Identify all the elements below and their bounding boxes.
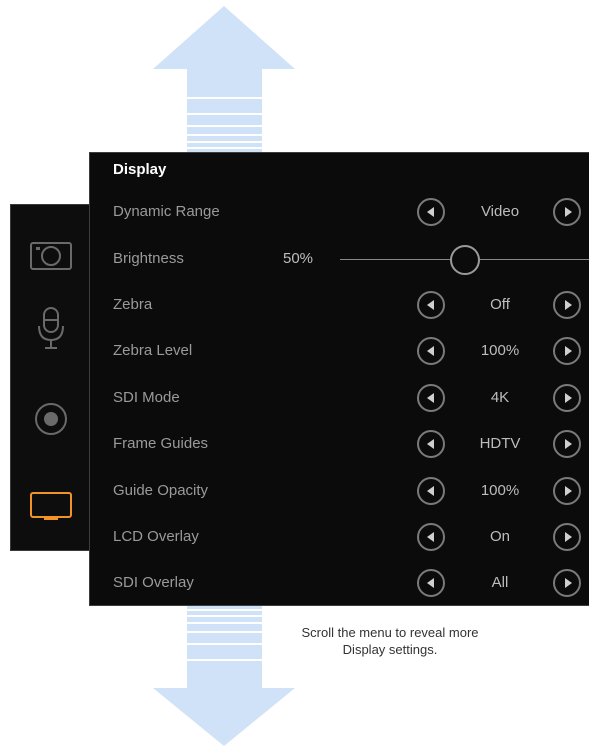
next-button[interactable] (553, 569, 581, 597)
setting-value: Video (480, 203, 520, 220)
left-arrow-icon (426, 532, 434, 542)
setting-row-sdi-mode: SDI Mode 4K (90, 379, 589, 419)
setting-value: HDTV (479, 435, 521, 452)
right-arrow-icon (564, 300, 572, 310)
setting-label: Brightness (113, 250, 184, 267)
scroll-up-arrow (153, 6, 295, 152)
display-tab[interactable] (11, 480, 91, 530)
left-arrow-icon (426, 207, 434, 217)
setting-label: Frame Guides (113, 435, 209, 452)
record-tab[interactable] (11, 394, 91, 444)
setting-row-zebra: Zebra Off (90, 286, 589, 326)
right-arrow-icon (564, 532, 572, 542)
previous-button[interactable] (417, 198, 445, 226)
previous-button[interactable] (417, 477, 445, 505)
setting-row-zebra-level: Zebra Level 100% (90, 332, 589, 372)
next-button[interactable] (553, 291, 581, 319)
right-arrow-icon (564, 207, 572, 217)
next-button[interactable] (553, 523, 581, 551)
setting-row-guide-opacity: Guide Opacity 100% (90, 472, 589, 512)
setting-value: All (491, 574, 509, 591)
setting-label: SDI Overlay (113, 574, 194, 591)
setting-value: 100% (480, 482, 520, 499)
right-arrow-icon (564, 578, 572, 588)
right-arrow-icon (564, 346, 572, 356)
setting-label: Guide Opacity (113, 482, 209, 499)
previous-button[interactable] (417, 291, 445, 319)
next-button[interactable] (553, 198, 581, 226)
right-arrow-icon (564, 439, 572, 449)
camera-icon (30, 242, 72, 270)
left-arrow-icon (426, 300, 434, 310)
record-icon (35, 403, 67, 435)
previous-button[interactable] (417, 430, 445, 458)
microphone-icon (38, 307, 64, 349)
next-button[interactable] (553, 430, 581, 458)
setting-row-lcd-overlay: LCD Overlay On (90, 518, 589, 558)
left-arrow-icon (426, 578, 434, 588)
camera-tab[interactable] (11, 230, 91, 280)
left-arrow-icon (426, 393, 434, 403)
setting-label: Zebra (113, 296, 153, 313)
next-button[interactable] (553, 477, 581, 505)
setting-row-brightness: Brightness 50% (90, 240, 589, 280)
menu-title: Display (113, 161, 167, 178)
menu-sidebar (10, 204, 90, 551)
setting-label: SDI Mode (113, 389, 180, 406)
previous-button[interactable] (417, 523, 445, 551)
scroll-down-arrow (153, 606, 295, 746)
setting-label: LCD Overlay (113, 528, 199, 545)
setting-value: Off (490, 296, 510, 313)
left-arrow-icon (426, 439, 434, 449)
setting-value: 4K (490, 389, 510, 406)
setting-label: Dynamic Range (113, 203, 220, 220)
brightness-slider-knob[interactable] (450, 245, 480, 275)
next-button[interactable] (553, 384, 581, 412)
audio-tab[interactable] (11, 304, 91, 354)
brightness-value: 50% (283, 250, 314, 267)
setting-row-dynamic-range: Dynamic Range Video (90, 193, 589, 233)
previous-button[interactable] (417, 384, 445, 412)
monitor-icon (30, 492, 72, 520)
setting-value: On (489, 528, 510, 545)
right-arrow-icon (564, 393, 572, 403)
setting-label: Zebra Level (113, 342, 193, 359)
setting-value: 100% (480, 342, 520, 359)
right-arrow-icon (564, 486, 572, 496)
previous-button[interactable] (417, 337, 445, 365)
left-arrow-icon (426, 346, 434, 356)
scroll-caption: Scroll the menu to reveal more Display s… (301, 625, 479, 657)
previous-button[interactable] (417, 569, 445, 597)
display-menu: Display Dynamic Range Video Brightness 5… (89, 152, 589, 606)
next-button[interactable] (553, 337, 581, 365)
setting-row-sdi-overlay: SDI Overlay All (90, 564, 589, 604)
setting-row-frame-guides: Frame Guides HDTV (90, 425, 589, 465)
left-arrow-icon (426, 486, 434, 496)
